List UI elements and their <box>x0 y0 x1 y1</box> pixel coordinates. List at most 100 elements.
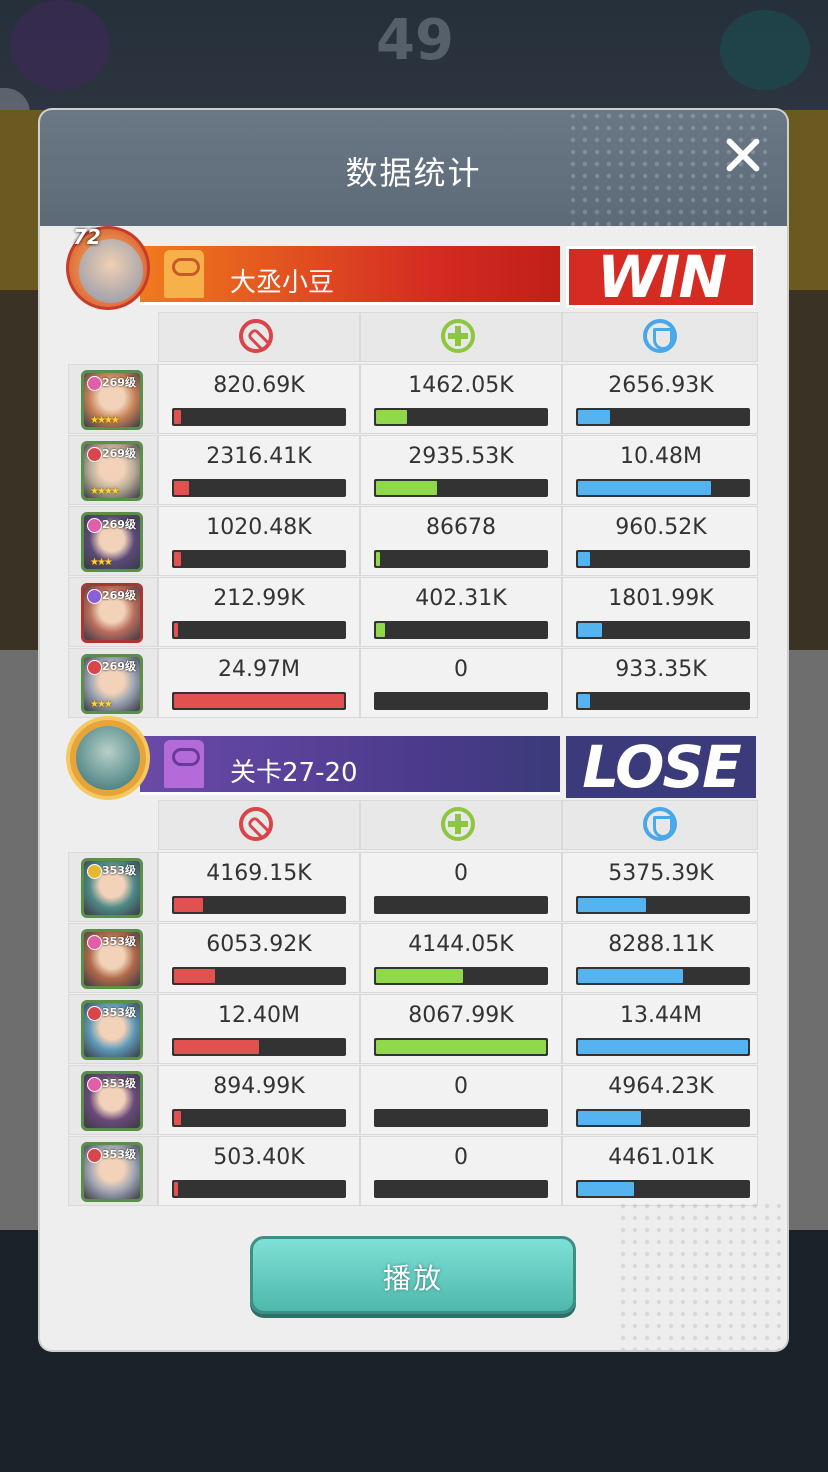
hero-faction-icon <box>87 935 102 950</box>
defense-value: 4964.23K <box>608 1074 714 1099</box>
team1-name-bar: 大丞小豆 <box>140 246 560 305</box>
hero-level: 353级 <box>102 864 136 877</box>
hero-level: 353级 <box>102 1006 136 1019</box>
damage-bar <box>172 1038 346 1056</box>
damage-icon <box>239 807 273 841</box>
heal-value: 86678 <box>426 515 496 540</box>
heal-cell: 402.31K <box>360 577 562 647</box>
defense-bar <box>576 692 750 710</box>
hero-stars: ★★★★ <box>90 486 120 497</box>
heal-bar-fill <box>376 410 407 424</box>
hero-faction-icon <box>87 864 102 879</box>
defense-bar <box>576 550 750 568</box>
team2-guild-icon <box>164 740 204 788</box>
hero-portrait[interactable]: 353级 <box>81 1000 143 1060</box>
damage-bar-fill <box>174 1182 178 1196</box>
heal-bar <box>374 1109 548 1127</box>
team2-name-bar: 关卡27-20 <box>140 736 560 795</box>
hero-faction-icon <box>87 1006 102 1021</box>
close-icon[interactable] <box>718 130 768 180</box>
background-right-emblem <box>720 10 810 90</box>
team2-leader-avatar[interactable] <box>66 716 150 800</box>
stats-dialog: 数据统计 大丞小豆 WIN 72 269级 ★★★★ 820.69K 1462.05K… <box>40 110 787 1350</box>
hero-portrait[interactable]: 269级 ★★★ <box>81 654 143 714</box>
heal-bar <box>374 967 548 985</box>
defense-bar-fill <box>578 1182 634 1196</box>
team2-result-badge: LOSE <box>566 736 756 798</box>
hero-level: 269级 <box>102 376 136 389</box>
heal-bar-fill <box>376 552 380 566</box>
defense-bar <box>576 1038 750 1056</box>
defense-value: 10.48M <box>620 444 702 469</box>
hero-portrait[interactable]: 269级 <box>81 583 143 643</box>
heal-value: 402.31K <box>415 586 507 611</box>
hero-portrait[interactable]: 353级 <box>81 929 143 989</box>
defense-value: 8288.11K <box>608 932 714 957</box>
heal-bar-fill <box>376 969 463 983</box>
hero-portrait[interactable]: 353级 <box>81 858 143 918</box>
team1-banner: 大丞小豆 WIN 72 <box>40 225 787 310</box>
defense-cell: 2656.93K <box>562 364 758 434</box>
heal-header-cell <box>360 800 562 850</box>
damage-bar-fill <box>174 898 203 912</box>
hero-portrait[interactable]: 353级 <box>81 1142 143 1202</box>
damage-value: 6053.92K <box>206 932 312 957</box>
hero-portrait[interactable]: 269级 ★★★★ <box>81 370 143 430</box>
team2-stats-table: 353级 4169.15K 0 5375.39K 353级 6053.92K 4144.05… <box>68 800 758 1207</box>
hero-portrait[interactable]: 269级 ★★★★ <box>81 441 143 501</box>
team1-leader-level: 72 <box>73 225 101 249</box>
hero-stars: ★★★ <box>90 699 113 710</box>
damage-bar <box>172 1109 346 1127</box>
defense-bar-fill <box>578 898 646 912</box>
hero-stat-row: 353级 894.99K 0 4964.23K <box>68 1065 758 1136</box>
hero-level: 353级 <box>102 935 136 948</box>
damage-value: 1020.48K <box>206 515 312 540</box>
heal-cell: 2935.53K <box>360 435 562 505</box>
team1-stat-header <box>68 312 758 364</box>
heal-cell: 0 <box>360 852 562 922</box>
team2-name: 关卡27-20 <box>230 758 358 788</box>
play-button[interactable]: 播放 <box>250 1236 576 1314</box>
team1-result-badge: WIN <box>566 246 756 308</box>
heal-bar <box>374 621 548 639</box>
hero-faction-icon <box>87 376 102 391</box>
hero-stat-row: 353级 12.40M 8067.99K 13.44M <box>68 994 758 1065</box>
defense-cell: 933.35K <box>562 648 758 718</box>
damage-cell: 1020.48K <box>158 506 360 576</box>
heal-bar <box>374 408 548 426</box>
defense-cell: 4461.01K <box>562 1136 758 1206</box>
defense-value: 960.52K <box>615 515 707 540</box>
hero-stat-row: 269级 ★★★ 24.97M 0 933.35K <box>68 648 758 719</box>
hero-faction-icon <box>87 1077 102 1092</box>
damage-cell: 894.99K <box>158 1065 360 1135</box>
heal-value: 0 <box>454 657 468 682</box>
hero-stat-row: 269级 ★★★ 1020.48K 86678 960.52K <box>68 506 758 577</box>
team1-leader-avatar[interactable]: 72 <box>66 225 150 310</box>
hero-faction-icon <box>87 589 102 604</box>
hero-portrait[interactable]: 269级 ★★★ <box>81 512 143 572</box>
defense-bar-fill <box>578 481 711 495</box>
hero-level: 269级 <box>102 518 136 531</box>
hero-cell: 269级 ★★★ <box>68 648 158 718</box>
defense-bar-fill <box>578 1111 641 1125</box>
defense-value: 4461.01K <box>608 1145 714 1170</box>
hero-cell: 269级 ★★★★ <box>68 364 158 434</box>
team1-stats-table: 269级 ★★★★ 820.69K 1462.05K 2656.93K 269级 ★★★★ 2… <box>68 312 758 719</box>
damage-bar-fill <box>174 552 181 566</box>
corner-pattern <box>617 1200 787 1350</box>
dialog-header: 数据统计 <box>40 110 787 226</box>
defense-value: 2656.93K <box>608 373 714 398</box>
defense-bar-fill <box>578 552 590 566</box>
defense-cell: 4964.23K <box>562 1065 758 1135</box>
damage-header-cell <box>158 312 360 362</box>
damage-bar <box>172 479 346 497</box>
hero-portrait[interactable]: 353级 <box>81 1071 143 1131</box>
defense-bar <box>576 621 750 639</box>
damage-cell: 820.69K <box>158 364 360 434</box>
hero-cell: 353级 <box>68 923 158 993</box>
defense-header-cell <box>562 800 758 850</box>
hero-faction-icon <box>87 1148 102 1163</box>
team2-banner: 关卡27-20 LOSE <box>40 716 787 800</box>
defense-cell: 13.44M <box>562 994 758 1064</box>
damage-cell: 212.99K <box>158 577 360 647</box>
